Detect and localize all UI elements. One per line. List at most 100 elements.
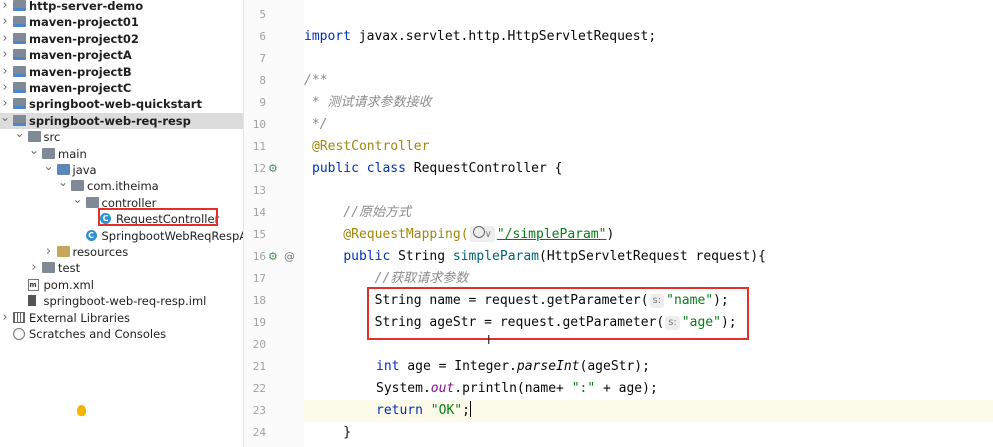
package-icon	[71, 180, 84, 192]
code-line-15[interactable]: @RequestMapping(∨ "/simpleParam")	[312, 224, 993, 246]
tree-item-test[interactable]: › test	[0, 260, 243, 276]
tree-item-maven-project01[interactable]: › maven-project01	[0, 14, 243, 30]
tree-item-label: com.itheima	[87, 179, 159, 194]
chevron-right-icon[interactable]: ›	[0, 64, 10, 80]
line-number: 17	[252, 272, 266, 285]
chevron-right-icon[interactable]: ›	[0, 31, 10, 47]
code-line-6[interactable]: import javax.servlet.http.HttpServletReq…	[304, 26, 993, 48]
highlight-box-code	[367, 287, 749, 340]
chevron-down-icon[interactable]: ⌄	[15, 125, 25, 141]
tree-item-label: External Libraries	[29, 310, 131, 325]
resources-folder-icon	[56, 246, 70, 257]
code-line-11[interactable]: @RestController	[312, 136, 993, 158]
tree-item-resources[interactable]: › resources	[0, 244, 243, 260]
line-number: 15	[252, 228, 266, 241]
line-number: 10	[252, 118, 266, 131]
tree-item-label: springboot-web-quickstart	[29, 97, 202, 112]
line-number: 24	[252, 426, 266, 439]
tree-item-label: springboot-web-req-resp	[29, 113, 191, 128]
globe-icon	[472, 226, 485, 238]
maven-file-icon: m	[27, 278, 39, 291]
code-line-14[interactable]: //原始方式	[312, 202, 993, 224]
source-folder-icon	[56, 164, 70, 175]
chevron-down-icon[interactable]: ⌄	[44, 158, 54, 174]
tree-item-springboot-web-req-resp[interactable]: ⌄ springboot-web-req-resp	[0, 110, 243, 129]
tree-item-maven-project02[interactable]: › maven-project02	[0, 31, 243, 47]
chevron-right-icon[interactable]: ›	[0, 0, 10, 14]
tree-item-label: resources	[72, 245, 129, 259]
tree-item-springbootwebreqrespap[interactable]: C SpringbootWebReqRespAp	[0, 228, 243, 244]
tree-item-maven-projectb[interactable]: › maven-projectB	[0, 64, 243, 80]
line-number: 7	[259, 52, 266, 65]
tree-item-java[interactable]: ⌄ java	[0, 159, 243, 178]
line-number: 5	[259, 8, 266, 21]
module-folder-icon	[13, 49, 26, 61]
tree-item-label: pom.xml	[43, 277, 94, 292]
class-icon: C	[85, 229, 97, 241]
chevron-right-icon[interactable]: ›	[0, 14, 10, 30]
tree-item-http-server-demo[interactable]: › http-server-demo	[0, 0, 243, 14]
tree-item-pom-xml[interactable]: m pom.xml	[0, 277, 243, 293]
chevron-right-icon[interactable]: ›	[44, 244, 54, 260]
tree-item-springboot-web-req-resp-iml[interactable]: springboot-web-req-resp.iml	[0, 293, 243, 309]
url-mapping-hint[interactable]: ∨	[469, 226, 495, 242]
line-number: 8	[259, 74, 266, 87]
module-folder-icon	[13, 98, 26, 110]
tree-item-external-libraries[interactable]: › External Libraries	[0, 310, 243, 326]
lightbulb-icon[interactable]	[77, 405, 86, 416]
module-folder-icon	[13, 82, 26, 93]
line-number: 12	[252, 162, 266, 175]
line-number: 18	[252, 294, 266, 307]
tree-item-label: maven-project01	[29, 15, 139, 30]
url-link[interactable]: "/simpleParam"	[497, 227, 607, 242]
tree-item-label: main	[58, 146, 87, 161]
code-line-16[interactable]: public String simpleParam(HttpServletReq…	[312, 246, 993, 268]
folder-icon	[42, 262, 55, 274]
code-line-23[interactable]: return "OK";	[304, 400, 993, 422]
mouse-cursor-icon: I	[487, 333, 491, 347]
code-line-21[interactable]: int age = Integer.parseInt(ageStr);	[376, 356, 993, 378]
editor-gutter: 5 6 7 8 9 10 11 12 13 14 15 16 17 18 19 20 21 22 23 24 ⚙ ⚙ @	[244, 0, 304, 447]
line-number: 16	[252, 250, 266, 263]
chevron-down-icon[interactable]: ⌄	[29, 142, 39, 158]
module-folder-icon	[13, 32, 26, 44]
module-folder-icon	[13, 65, 26, 77]
tree-item-label: springboot-web-req-resp.iml	[43, 294, 207, 309]
chevron-down-icon[interactable]: ⌄	[58, 174, 68, 190]
tree-item-springboot-web-quickstart[interactable]: › springboot-web-quickstart	[0, 96, 243, 112]
tree-item-scratches-and-consoles[interactable]: Scratches and Consoles	[0, 326, 243, 342]
line-number: 13	[252, 184, 266, 197]
line-number: 21	[252, 360, 266, 373]
code-editor[interactable]: import javax.servlet.http.HttpServletReq…	[304, 0, 993, 447]
code-line-8[interactable]: /**	[304, 70, 993, 92]
code-line-22[interactable]: System.out.println(name+ ":" + age);	[376, 378, 993, 400]
bean-icon[interactable]: ⚙	[268, 158, 278, 180]
project-tool-window: › http-server-demo › maven-project01 › maven-…	[0, 0, 244, 447]
chevron-down-icon[interactable]: ⌄	[0, 109, 10, 125]
line-number: 20	[252, 338, 266, 351]
bean-icon[interactable]: ⚙	[268, 246, 278, 268]
chevron-right-icon[interactable]: ›	[29, 260, 39, 276]
library-icon	[13, 311, 25, 323]
tree-item-label: maven-projectB	[29, 64, 132, 79]
line-number: 6	[259, 30, 266, 43]
tree-item-label: java	[72, 163, 97, 177]
code-line-12[interactable]: public class RequestController {	[312, 158, 993, 180]
tree-item-main[interactable]: ⌄ main	[0, 143, 243, 162]
code-line-24[interactable]: }	[312, 422, 993, 444]
chevron-right-icon[interactable]: ›	[0, 310, 10, 326]
code-line-10[interactable]: */	[304, 114, 993, 136]
chevron-right-icon[interactable]: ›	[0, 80, 10, 96]
tree-item-maven-projecta[interactable]: › maven-projectA	[0, 47, 243, 63]
tree-item-com-itheima[interactable]: ⌄ com.itheima	[0, 175, 243, 194]
module-folder-icon	[13, 16, 26, 28]
code-line-9[interactable]: * 测试请求参数接收	[304, 92, 993, 114]
chevron-down-icon[interactable]: ⌄	[73, 191, 83, 207]
tree-item-label: maven-projectC	[29, 81, 132, 95]
at-icon[interactable]: @	[284, 246, 295, 268]
tree-item-label: src	[43, 130, 61, 145]
line-number: 22	[252, 382, 266, 395]
chevron-right-icon[interactable]: ›	[0, 47, 10, 63]
line-number: 9	[259, 96, 266, 109]
tree-item-maven-projectc[interactable]: › maven-projectC	[0, 80, 243, 96]
